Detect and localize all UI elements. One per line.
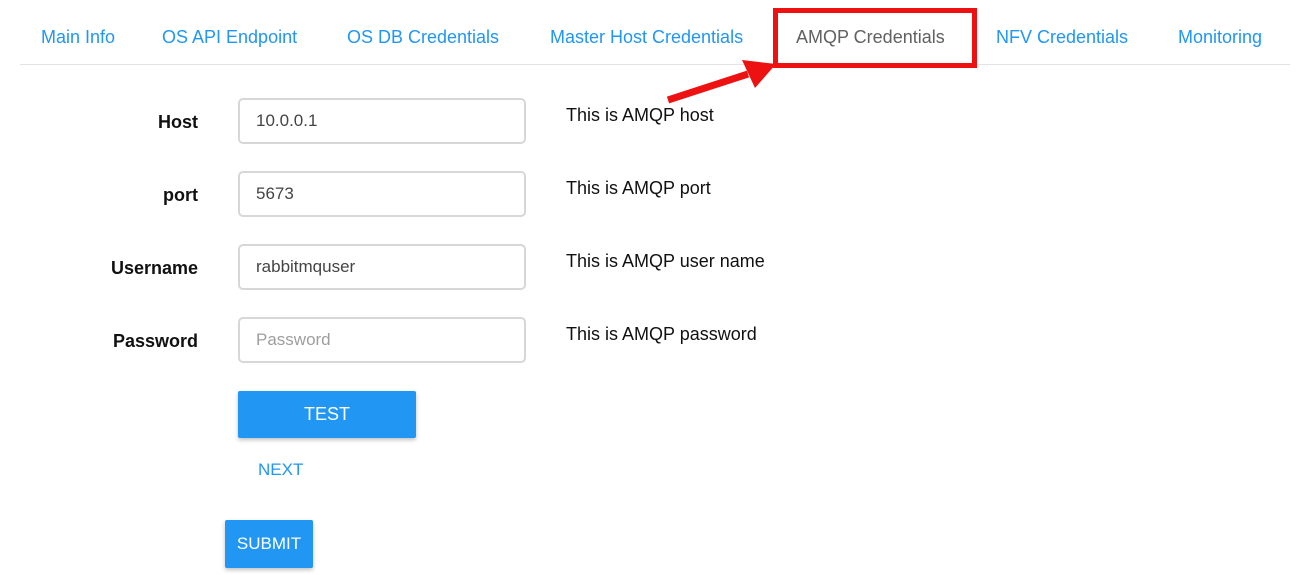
port-help-text: This is AMQP port [566, 178, 711, 198]
username-input[interactable] [238, 244, 526, 290]
password-help-text: This is AMQP password [566, 324, 757, 344]
tab-amqp-credentials[interactable]: AMQP Credentials [796, 26, 945, 48]
tab-os-api-endpoint[interactable]: OS API Endpoint [162, 26, 297, 48]
tab-nfv-credentials[interactable]: NFV Credentials [996, 26, 1128, 48]
username-label: Username [110, 258, 198, 278]
tab-main-info[interactable]: Main Info [41, 26, 115, 48]
port-label: port [163, 185, 198, 205]
submit-button[interactable]: SUBMIT [225, 520, 313, 568]
amqp-credentials-page: Main Info OS API Endpoint OS DB Credenti… [0, 0, 1305, 575]
tab-os-db-credentials[interactable]: OS DB Credentials [347, 26, 499, 48]
tab-monitoring[interactable]: Monitoring [1178, 26, 1262, 48]
port-input[interactable] [238, 171, 526, 217]
test-button[interactable]: TEST [238, 391, 416, 438]
tab-master-host-credentials[interactable]: Master Host Credentials [550, 26, 743, 48]
next-button[interactable]: NEXT [258, 459, 303, 481]
username-help-text: This is AMQP user name [566, 251, 765, 271]
annotation-arrow-icon [666, 60, 776, 104]
host-help-text: This is AMQP host [566, 105, 714, 125]
host-label: Host [158, 112, 198, 132]
password-label: Password [112, 331, 198, 351]
password-input[interactable] [238, 317, 526, 363]
tab-bar: Main Info OS API Endpoint OS DB Credenti… [20, 0, 1290, 65]
host-input[interactable] [238, 98, 526, 144]
